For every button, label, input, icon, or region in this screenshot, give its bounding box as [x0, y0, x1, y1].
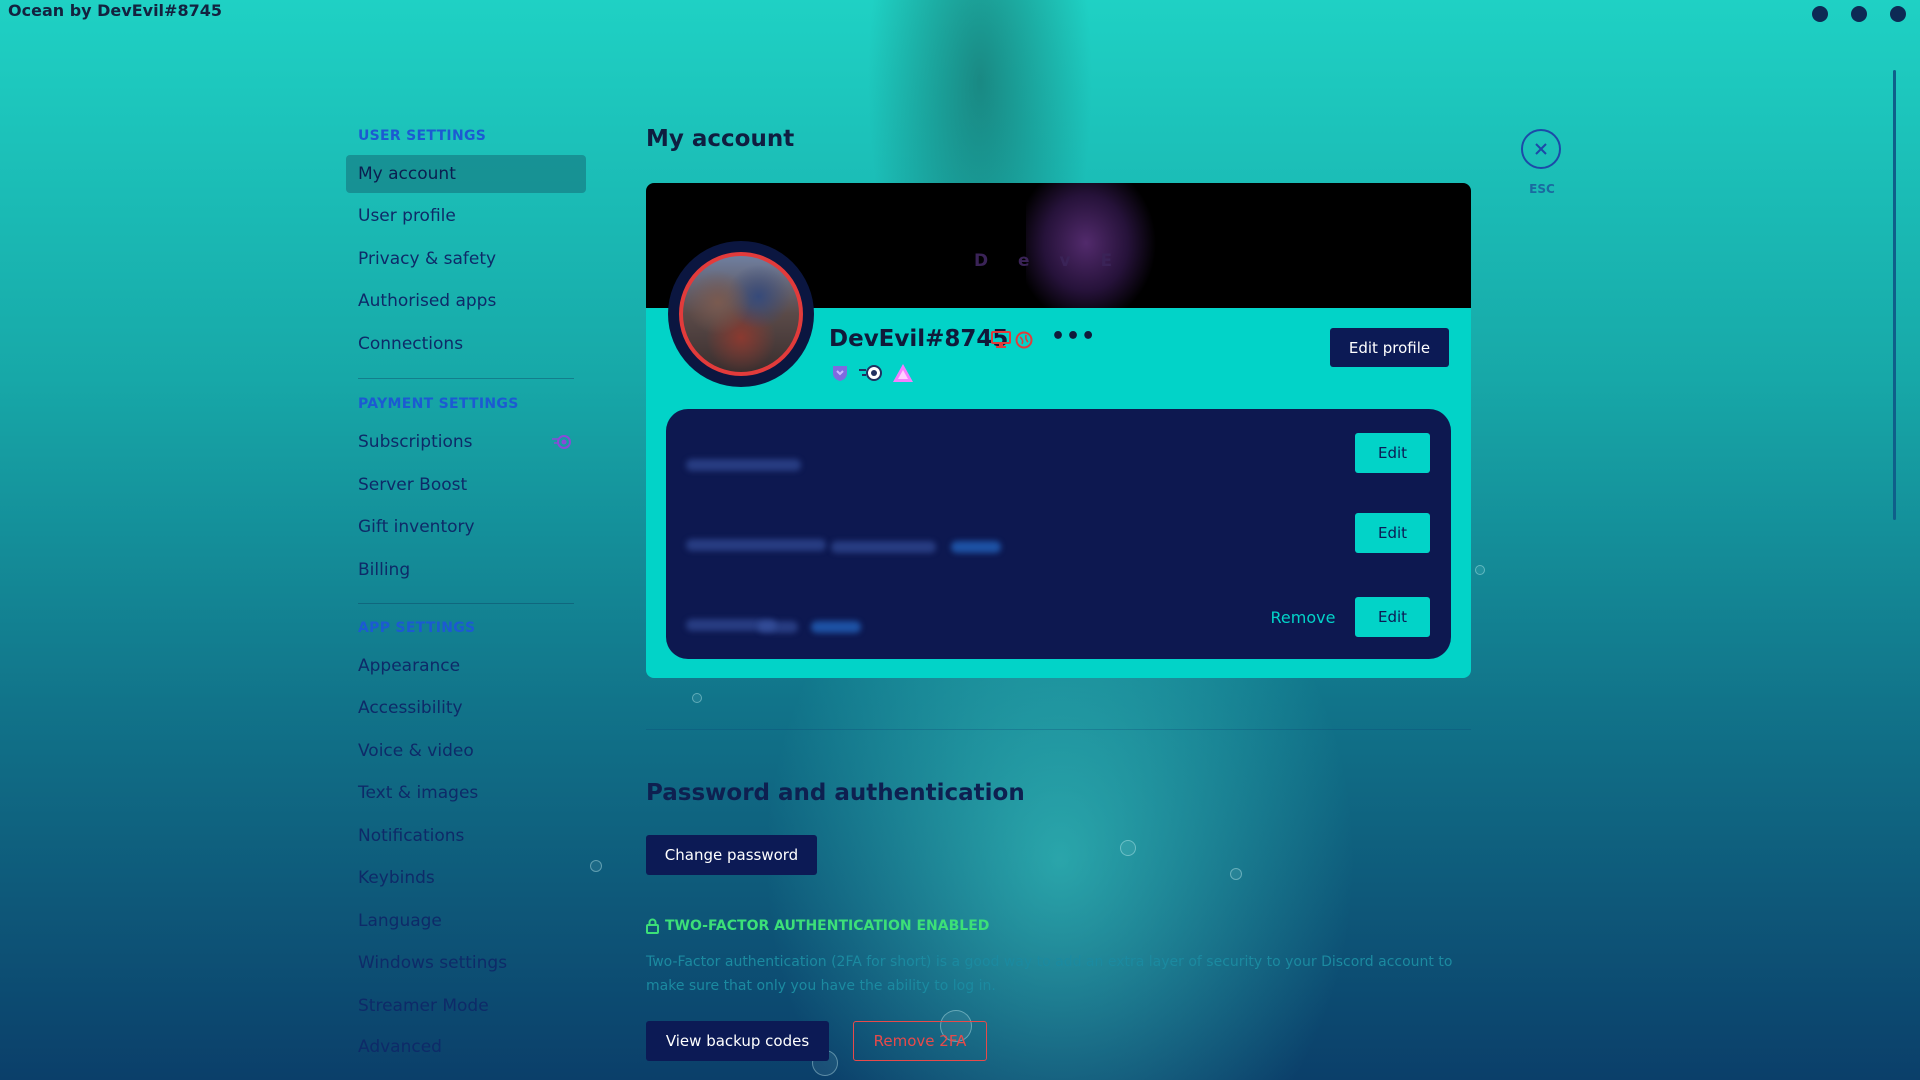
remove-phone-button[interactable]: Remove — [1263, 597, 1343, 637]
sidebar-item-user-profile[interactable]: User profile — [346, 197, 586, 235]
sidebar-item-billing[interactable]: Billing — [346, 551, 586, 589]
remove-2fa-button[interactable]: Remove 2FA — [853, 1021, 987, 1061]
boost-badge-icon[interactable] — [892, 363, 914, 383]
sidebar-item-advanced[interactable]: Advanced — [346, 1028, 586, 1060]
reveal-email-link[interactable] — [951, 541, 1001, 553]
banner-text: D e v E — [974, 251, 1125, 271]
profile-badges — [830, 363, 914, 383]
settings-sidebar: USER SETTINGS My account User profile Pr… — [346, 120, 586, 1060]
account-card: D e v E DevEvil#8745 ••• Edit profile Ed… — [646, 183, 1471, 678]
sidebar-item-my-account[interactable]: My account — [346, 155, 586, 193]
sidebar-item-language[interactable]: Language — [346, 902, 586, 940]
sidebar-item-windows-settings[interactable]: Windows settings — [346, 944, 586, 982]
bubble-decoration — [692, 693, 702, 703]
tfa-status-label: TWO-FACTOR AUTHENTICATION ENABLED — [665, 918, 990, 934]
payment-settings-header: PAYMENT SETTINGS — [358, 396, 519, 412]
main-scrollbar[interactable] — [1893, 70, 1896, 520]
redacted-username-value — [686, 459, 801, 471]
tfa-status: TWO-FACTOR AUTHENTICATION ENABLED — [646, 918, 989, 934]
redacted-phone-digits — [758, 621, 798, 633]
nitro-icon — [552, 435, 571, 449]
sidebar-item-accessibility[interactable]: Accessibility — [346, 689, 586, 727]
maximize-button[interactable] — [1851, 6, 1867, 22]
sidebar-divider — [358, 378, 574, 379]
sidebar-item-appearance[interactable]: Appearance — [346, 647, 586, 685]
page-title: My account — [646, 126, 795, 152]
redacted-email-domain — [831, 541, 936, 553]
nitro-badge-icon[interactable] — [858, 363, 884, 383]
banner-image — [1026, 183, 1176, 308]
edit-username-button[interactable]: Edit — [1355, 433, 1430, 473]
tfa-description: Two-Factor authentication (2FA for short… — [646, 954, 1453, 994]
bubble-decoration — [1475, 565, 1485, 575]
edit-profile-button[interactable]: Edit profile — [1330, 328, 1449, 367]
title-bar: Ocean by DevEvil#8745 — [0, 0, 1920, 22]
sidebar-item-subscriptions[interactable]: Subscriptions — [346, 423, 586, 461]
sidebar-item-voice-video[interactable]: Voice & video — [346, 732, 586, 770]
minimize-button[interactable] — [1812, 6, 1828, 22]
sidebar-item-connections[interactable]: Connections — [346, 325, 586, 363]
user-settings-header: USER SETTINGS — [358, 128, 487, 144]
sidebar-item-streamer-mode[interactable]: Streamer Mode — [346, 987, 586, 1025]
bubble-decoration — [1120, 840, 1136, 856]
window-close-button[interactable] — [1890, 6, 1906, 22]
globe-icon — [1015, 331, 1033, 349]
avatar-frame — [668, 241, 814, 387]
section-divider — [646, 729, 1471, 730]
password-auth-title: Password and authentication — [646, 780, 1025, 806]
edit-phone-button[interactable]: Edit — [1355, 597, 1430, 637]
edit-email-button[interactable]: Edit — [1355, 513, 1430, 553]
redacted-email-value — [686, 539, 826, 551]
status-icons — [991, 330, 1033, 350]
sidebar-item-text-images[interactable]: Text & images — [346, 774, 586, 812]
more-options-icon[interactable]: ••• — [1051, 324, 1096, 349]
reveal-phone-link[interactable] — [811, 621, 861, 633]
sidebar-divider — [358, 603, 574, 604]
sidebar-item-keybinds[interactable]: Keybinds — [346, 859, 586, 897]
avatar[interactable] — [679, 252, 803, 376]
change-password-button[interactable]: Change password — [646, 835, 817, 875]
sidebar-item-authorised-apps[interactable]: Authorised apps — [346, 282, 586, 320]
esc-label: ESC — [1529, 182, 1555, 196]
lock-icon — [646, 918, 659, 934]
sidebar-item-gift-inventory[interactable]: Gift inventory — [346, 508, 586, 546]
sidebar-item-notifications[interactable]: Notifications — [346, 817, 586, 855]
sidebar-item-privacy-safety[interactable]: Privacy & safety — [346, 240, 586, 278]
hypesquad-badge-icon[interactable] — [830, 363, 850, 383]
sidebar-item-label: Subscriptions — [358, 432, 473, 452]
username: DevEvil#8745 — [829, 326, 1009, 352]
bubble-decoration — [590, 860, 602, 872]
close-settings-button[interactable] — [1521, 129, 1561, 169]
view-backup-codes-button[interactable]: View backup codes — [646, 1021, 829, 1061]
desktop-icon — [991, 331, 1011, 348]
account-info-panel: Edit Edit Remove Edit — [666, 409, 1451, 659]
close-icon — [1535, 143, 1547, 155]
sidebar-item-server-boost[interactable]: Server Boost — [346, 466, 586, 504]
app-settings-header: APP SETTINGS — [358, 620, 476, 636]
app-title: Ocean by DevEvil#8745 — [8, 1, 222, 20]
bubble-decoration — [1230, 868, 1242, 880]
